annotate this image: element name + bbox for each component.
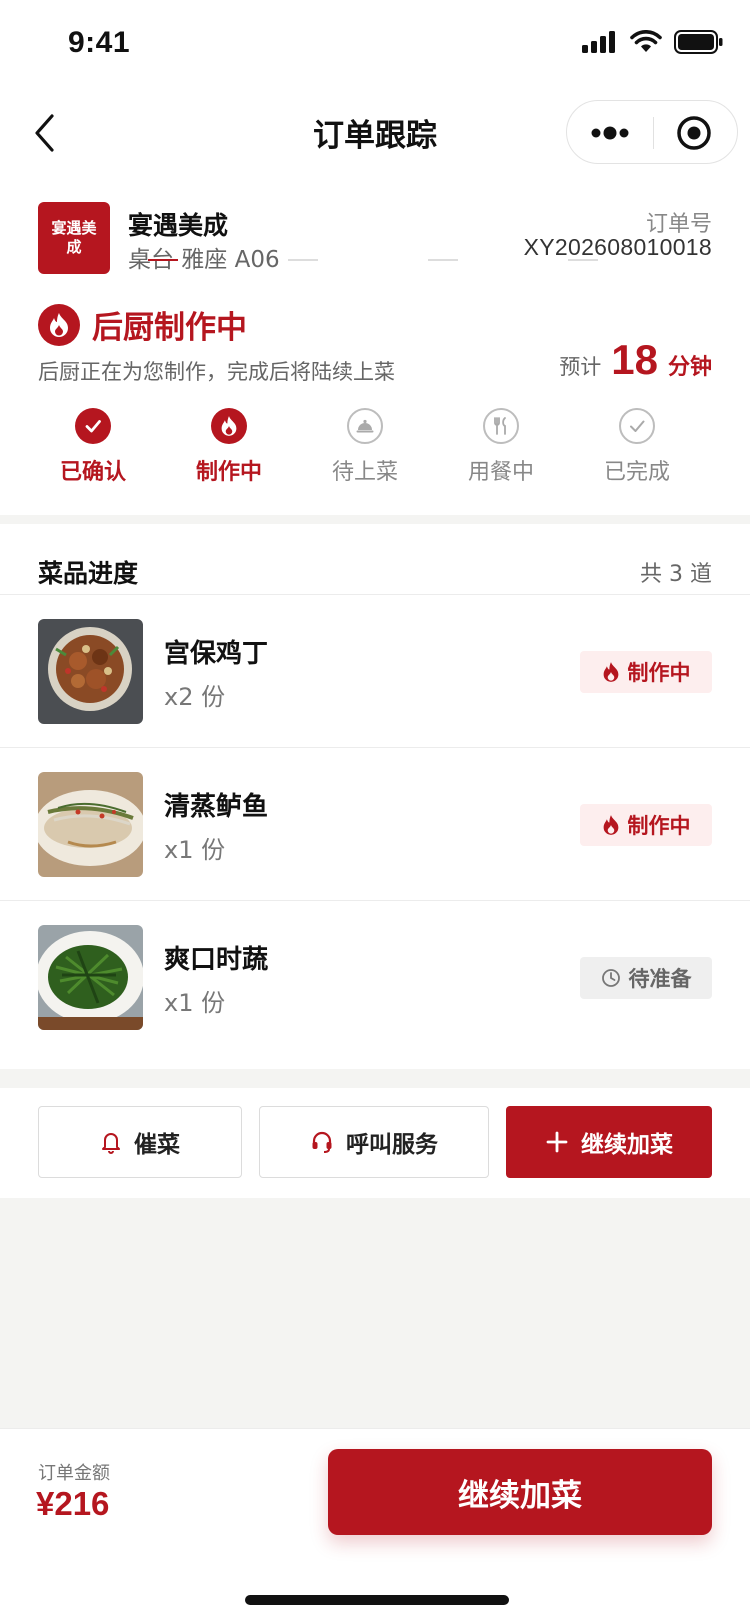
target-circle-icon bbox=[677, 116, 711, 150]
step-confirmed: 已确认 bbox=[28, 408, 158, 486]
miniapp-capsule bbox=[566, 100, 738, 164]
status-bar: 9:41 bbox=[0, 0, 750, 88]
continue-ordering-button[interactable]: 继续加菜 bbox=[328, 1449, 712, 1535]
status-icons bbox=[582, 30, 724, 54]
step-to-serve: 待上菜 bbox=[300, 408, 430, 486]
dish-quantity: x1 份 bbox=[164, 836, 226, 864]
step-cooking: 制作中 bbox=[164, 408, 294, 486]
shop-name: 宴遇美成 bbox=[128, 211, 229, 240]
wifi-icon bbox=[630, 30, 662, 52]
step-dot bbox=[483, 408, 519, 444]
order-number: XY202608010018 bbox=[523, 234, 712, 260]
check-icon bbox=[630, 420, 645, 432]
dish-image-kungpao bbox=[38, 619, 143, 724]
dish-row[interactable]: 爽口时蔬 x1 份 待准备 bbox=[0, 901, 750, 1054]
dish-count: 共 3 道 bbox=[640, 562, 712, 587]
dish-name: 清蒸鲈鱼 bbox=[164, 792, 269, 822]
bottom-checkout-bar: 订单金额 ¥216 继续加菜 bbox=[0, 1428, 750, 1624]
step-label: 制作中 bbox=[195, 460, 262, 485]
home-indicator bbox=[245, 1595, 509, 1605]
eta-unit: 分钟 bbox=[667, 355, 712, 380]
dish-quantity: x2 份 bbox=[164, 683, 226, 711]
section-title: 菜品进度 bbox=[38, 559, 139, 588]
step-label: 已确认 bbox=[59, 460, 126, 485]
step-dot bbox=[347, 408, 383, 444]
step-label: 待上菜 bbox=[331, 460, 398, 485]
dish-status-text: 制作中 bbox=[627, 814, 691, 838]
add-dish-label: 继续加菜 bbox=[581, 1132, 673, 1158]
bell-icon bbox=[102, 1133, 120, 1154]
step-dot bbox=[75, 408, 111, 444]
action-bar: 催菜 呼叫服务 继续加菜 bbox=[0, 1088, 750, 1198]
more-dots-icon bbox=[591, 126, 629, 140]
dish-image-steamed-fish bbox=[38, 772, 143, 877]
close-miniapp-button[interactable] bbox=[654, 101, 738, 165]
step-connector bbox=[568, 259, 598, 261]
dish-status-badge: 待准备 bbox=[580, 957, 712, 999]
flame-icon bbox=[221, 416, 237, 436]
dish-status-text: 待准备 bbox=[628, 967, 692, 991]
check-icon bbox=[85, 420, 101, 433]
flame-icon bbox=[603, 815, 618, 835]
status-title: 后厨制作中 bbox=[92, 310, 247, 346]
clock-icon bbox=[601, 969, 620, 987]
step-completed: 已完成 bbox=[572, 408, 702, 486]
step-connector bbox=[288, 259, 318, 261]
dish-quantity: x1 份 bbox=[164, 989, 226, 1017]
dish-name: 宫保鸡丁 bbox=[164, 639, 269, 669]
eta: 预计 18 分钟 bbox=[559, 336, 712, 384]
status-time: 9:41 bbox=[68, 26, 131, 59]
flame-icon bbox=[603, 662, 618, 682]
dish-image-vegetables bbox=[38, 925, 143, 1030]
eta-label: 预计 bbox=[559, 355, 602, 379]
dish-name: 爽口时蔬 bbox=[164, 945, 269, 975]
total-label: 订单金额 bbox=[38, 1463, 110, 1484]
dish-status-badge: 制作中 bbox=[580, 651, 712, 693]
add-dish-button[interactable]: 继续加菜 bbox=[506, 1106, 712, 1178]
flame-icon bbox=[50, 313, 68, 337]
table-info: 桌台 雅座 A06 bbox=[128, 247, 280, 273]
step-connector bbox=[428, 259, 458, 261]
nav-bar: 订单跟踪 bbox=[0, 88, 750, 178]
battery-icon bbox=[674, 30, 723, 54]
dish-row[interactable]: 清蒸鲈鱼 x1 份 制作中 bbox=[0, 748, 750, 901]
dish-row[interactable]: 宫保鸡丁 x2 份 制作中 bbox=[0, 595, 750, 748]
order-header-card: 宴遇美成 宴遇美成 桌台 雅座 A06 订单号 XY202608010018 后… bbox=[0, 178, 750, 515]
headset-icon bbox=[312, 1131, 332, 1153]
call-service-button[interactable]: 呼叫服务 bbox=[259, 1106, 489, 1178]
call-service-label: 呼叫服务 bbox=[346, 1132, 438, 1158]
more-button[interactable] bbox=[567, 101, 653, 165]
plus-icon bbox=[546, 1131, 568, 1153]
total-amount: ¥216 bbox=[36, 1485, 110, 1522]
urge-button[interactable]: 催菜 bbox=[38, 1106, 242, 1178]
step-dot bbox=[211, 408, 247, 444]
step-label: 已完成 bbox=[603, 460, 670, 485]
dish-progress-card: 菜品进度 共 3 道 宫保鸡丁 x2 份 制作中 清蒸鲈鱼 x1 份 制作中 爽… bbox=[0, 524, 750, 1069]
step-dining: 用餐中 bbox=[436, 408, 566, 486]
step-dot bbox=[619, 408, 655, 444]
signal-icon bbox=[582, 31, 615, 53]
shop-logo: 宴遇美成 bbox=[38, 202, 110, 274]
urge-button-label: 催菜 bbox=[134, 1132, 180, 1158]
step-label: 用餐中 bbox=[467, 460, 534, 485]
status-flame-badge bbox=[38, 304, 80, 346]
status-description: 后厨正在为您制作，完成后将陆续上菜 bbox=[38, 360, 395, 384]
dish-status-badge: 制作中 bbox=[580, 804, 712, 846]
order-progress-steps: 已确认 制作中 待上菜 用餐中 已完成 bbox=[0, 408, 750, 498]
step-connector-done bbox=[148, 259, 178, 261]
eta-value: 18 bbox=[611, 336, 658, 383]
utensils-icon bbox=[494, 417, 506, 435]
cloche-icon bbox=[356, 419, 374, 433]
dish-status-text: 制作中 bbox=[627, 661, 691, 685]
